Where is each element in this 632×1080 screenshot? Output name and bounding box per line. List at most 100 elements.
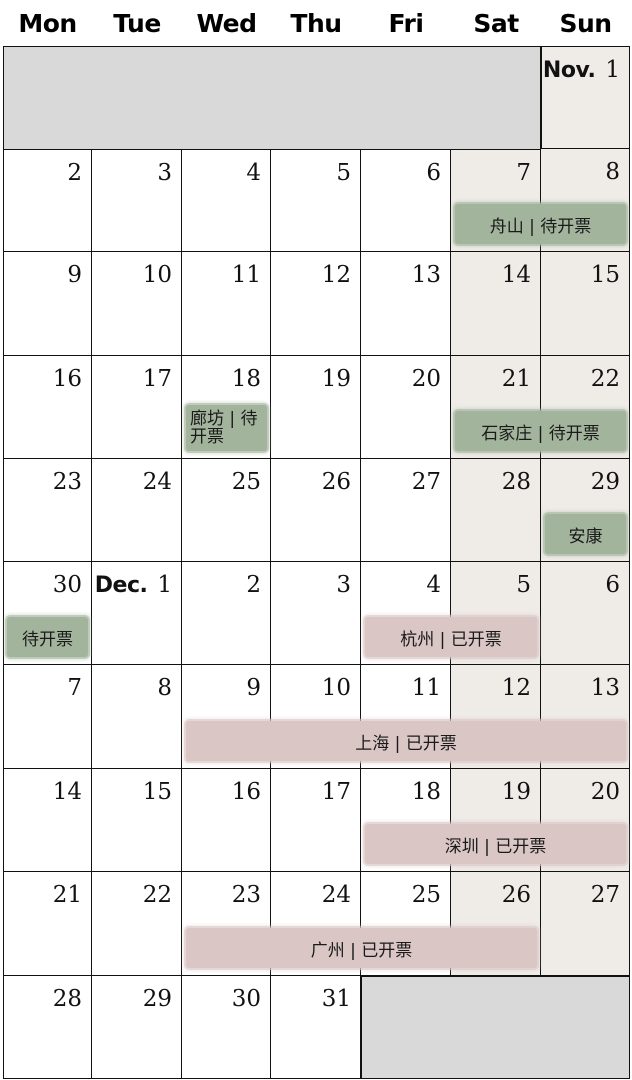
day-cell[interactable]: 3 (271, 562, 361, 665)
day-number-text: 27 (590, 882, 620, 908)
day-number-text: 23 (52, 469, 82, 495)
day-cell[interactable]: 15 (92, 769, 182, 872)
day-cell[interactable]: 24 (92, 459, 182, 562)
day-cell[interactable]: 31 (271, 976, 361, 1079)
day-cell[interactable]: 6 (541, 562, 630, 665)
day-number-text: 26 (321, 469, 351, 495)
day-cell[interactable]: 4 (182, 149, 271, 252)
event-chip[interactable]: 待开票 (7, 617, 88, 657)
day-cell[interactable]: 13 (361, 252, 451, 356)
day-cell[interactable]: 3 (92, 149, 182, 252)
day-number-text: 2 (246, 572, 261, 598)
day-number-text: 2 (67, 160, 82, 186)
day-cell[interactable]: 25 (182, 459, 271, 562)
day-number: 8 (605, 159, 620, 185)
day-cell[interactable]: 17 (92, 356, 182, 459)
day-number: 24 (143, 469, 172, 495)
day-cell[interactable]: 7 (3, 665, 92, 769)
day-cell[interactable]: 27 (541, 872, 630, 976)
day-cell[interactable]: 17 (271, 769, 361, 872)
day-cell[interactable]: 23 (3, 459, 92, 562)
day-number: 6 (426, 160, 441, 186)
day-number: 30 (232, 986, 261, 1012)
month-label: Dec. (94, 573, 148, 598)
day-cell[interactable]: 21 (3, 872, 92, 976)
weekday-header-fri: Fri (388, 8, 424, 38)
day-cell[interactable]: 10 (92, 252, 182, 356)
weekday-header-sat: Sat (473, 8, 519, 38)
event-chip[interactable]: 杭州 | 已开票 (365, 617, 537, 657)
day-number: 14 (502, 262, 531, 288)
day-number-text: 29 (590, 469, 620, 495)
day-number-text: 16 (231, 779, 261, 805)
day-number: 17 (322, 779, 351, 805)
day-cell[interactable]: 14 (3, 769, 92, 872)
day-number: 25 (412, 882, 441, 908)
day-cell[interactable]: 27 (361, 459, 451, 562)
day-number-text: 3 (157, 160, 172, 186)
event-chip[interactable]: 舟山 | 待开票 (455, 204, 626, 244)
day-number-text: 19 (501, 779, 531, 805)
weekday-header-thu: Thu (290, 8, 342, 38)
day-cell[interactable]: 26 (271, 459, 361, 562)
day-number-text: 1 (605, 57, 620, 83)
day-number: Nov. 1 (543, 57, 620, 84)
day-number-text: 26 (501, 882, 531, 908)
day-number: 15 (591, 262, 620, 288)
day-number: 20 (591, 779, 620, 805)
month-label: Nov. (542, 58, 596, 83)
day-cell[interactable]: 22 (92, 872, 182, 976)
day-number-text: 9 (246, 675, 261, 701)
day-cell[interactable]: 29 (92, 976, 182, 1079)
day-number-text: 21 (501, 366, 531, 392)
event-chip[interactable]: 深圳 | 已开票 (365, 824, 626, 864)
event-chip[interactable]: 安康 (545, 514, 626, 554)
day-number-text: 25 (231, 469, 261, 495)
day-cell[interactable]: 28 (3, 976, 92, 1079)
day-cell[interactable]: 2 (182, 562, 271, 665)
day-number-text: 19 (321, 366, 351, 392)
day-number: 10 (322, 675, 351, 701)
day-number: 27 (591, 882, 620, 908)
day-number-text: 12 (501, 675, 531, 701)
day-number: 10 (143, 262, 172, 288)
day-cell[interactable]: Dec. 1 (92, 562, 182, 665)
event-chip[interactable]: 上海 | 已开票 (186, 721, 626, 761)
day-cell[interactable]: 20 (361, 356, 451, 459)
day-cell[interactable]: Nov. 1 (541, 46, 630, 149)
weekday-header-mon: Mon (18, 8, 77, 38)
day-cell[interactable]: 6 (361, 149, 451, 252)
day-number-text: 28 (52, 986, 82, 1012)
day-cell[interactable]: 30 (182, 976, 271, 1079)
day-number: 3 (157, 160, 172, 186)
day-number: 28 (53, 986, 82, 1012)
day-cell[interactable]: 16 (182, 769, 271, 872)
day-number: 13 (412, 262, 441, 288)
day-number-text: 30 (52, 572, 82, 598)
day-number: Dec. 1 (95, 572, 172, 599)
day-number: 8 (157, 675, 172, 701)
day-number: 26 (502, 882, 531, 908)
day-cell[interactable]: 5 (271, 149, 361, 252)
day-number-text: 27 (411, 469, 441, 495)
event-chip[interactable]: 石家庄 | 待开票 (455, 411, 626, 451)
day-number: 26 (322, 469, 351, 495)
day-number-text: 14 (501, 262, 531, 288)
event-chip[interactable]: 广州 | 已开票 (186, 928, 537, 968)
day-cell[interactable]: 15 (541, 252, 630, 356)
day-cell[interactable]: 12 (271, 252, 361, 356)
day-cell[interactable]: 14 (451, 252, 541, 356)
day-cell[interactable]: 8 (92, 665, 182, 769)
day-number: 29 (591, 469, 620, 495)
day-number-text: 10 (142, 262, 172, 288)
day-cell[interactable]: 11 (182, 252, 271, 356)
day-cell[interactable]: 2 (3, 149, 92, 252)
day-number-text: 23 (231, 882, 261, 908)
day-cell[interactable]: 28 (451, 459, 541, 562)
day-cell[interactable]: 19 (271, 356, 361, 459)
day-number-text: 24 (321, 882, 351, 908)
day-cell[interactable]: 16 (3, 356, 92, 459)
event-chip[interactable]: 廊坊 | 待开票 (186, 405, 267, 451)
day-number-text: 8 (157, 675, 172, 701)
day-cell[interactable]: 9 (3, 252, 92, 356)
